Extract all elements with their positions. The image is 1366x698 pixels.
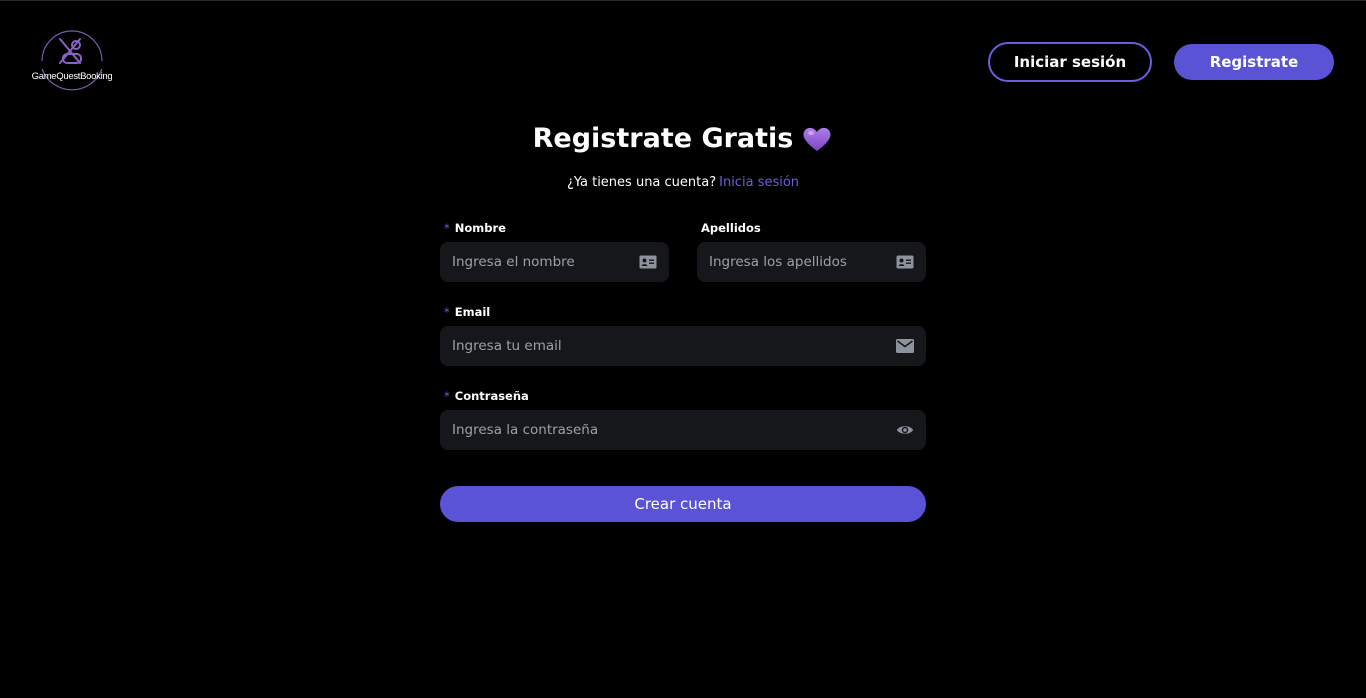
nombre-label: * Nombre [444,221,506,235]
eye-icon[interactable] [896,421,914,439]
required-marker: * [444,221,450,235]
login-link[interactable]: Inicia sesión [719,175,799,190]
brand-logo[interactable]: GameQuestBooking [31,21,113,101]
apellidos-field[interactable] [697,242,926,282]
apellidos-label: Apellidos [701,221,761,235]
nombre-field[interactable] [440,242,669,282]
logo-emblem-icon [41,30,103,91]
create-account-button[interactable]: Crear cuenta [440,486,926,522]
id-card-icon [896,253,914,271]
page-title-text: Registrate Gratis [532,123,794,154]
apellidos-input[interactable] [709,254,896,270]
login-prompt-text: ¿Ya tienes una cuenta? [566,175,717,190]
register-button[interactable]: Registrate [1174,44,1334,80]
id-card-icon [639,253,657,271]
brand-name: GameQuestBooking [31,71,113,82]
password-field[interactable] [440,410,926,450]
email-input[interactable] [452,338,896,354]
password-label-text: Contraseña [454,389,529,403]
login-button[interactable]: Iniciar sesión [988,42,1152,82]
mail-icon [896,337,914,355]
nombre-input[interactable] [452,254,639,270]
password-input[interactable] [452,422,896,438]
email-field[interactable] [440,326,926,366]
required-marker: * [444,389,450,403]
login-prompt: ¿Ya tienes una cuenta? Inicia sesión [0,175,1366,190]
email-label: * Email [444,305,490,319]
purple-heart-icon [801,124,833,154]
required-marker: * [444,305,450,319]
nombre-label-text: Nombre [454,221,506,235]
password-label: * Contraseña [444,389,529,403]
page-title: Registrate Gratis [0,123,1366,154]
apellidos-label-text: Apellidos [701,221,761,235]
email-label-text: Email [454,305,491,319]
